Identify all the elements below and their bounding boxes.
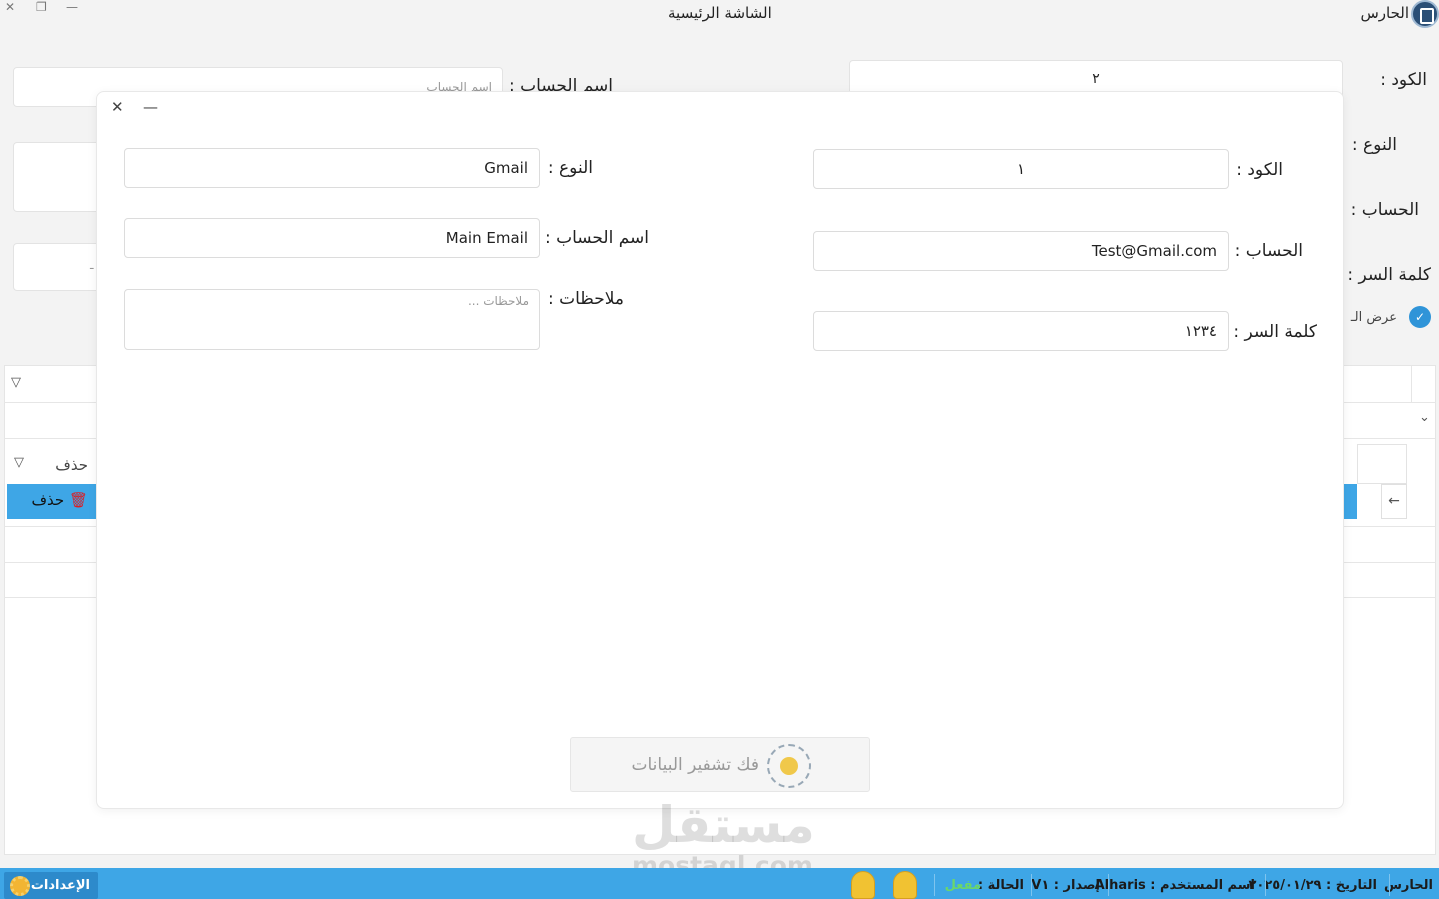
status-separator	[1108, 874, 1109, 896]
account-label: الحساب :	[1234, 241, 1303, 261]
type-value: Gmail	[484, 159, 528, 177]
bg-password-label: كلمة السر :	[1347, 265, 1431, 285]
status-separator	[1265, 874, 1266, 896]
password-label: كلمة السر :	[1233, 322, 1317, 342]
decrypt-data-button[interactable]: فك تشفير البيانات	[570, 737, 870, 792]
row-nav-cell[interactable]: ←	[1381, 484, 1407, 519]
unlock-icon	[767, 744, 811, 788]
code-value: ١	[1016, 160, 1026, 178]
code-label: الكود :	[1236, 160, 1283, 180]
settings-button[interactable]: الإعدادات	[4, 872, 98, 899]
show-password-label: عرض الـ	[1350, 310, 1397, 325]
add-database-icon[interactable]	[893, 871, 917, 899]
delete-column-header[interactable]: حذف ▽	[8, 448, 96, 482]
status-state-value: مفعل	[944, 878, 981, 893]
bg-search-partial: ـ	[90, 258, 94, 272]
delete-row-button[interactable]: 🗑 حذف	[7, 484, 96, 519]
window-title: الشاشة الرئيسية	[668, 4, 772, 22]
bg-code-label: الكود :	[1380, 70, 1427, 90]
dialog-close-icon[interactable]: ✕	[111, 98, 124, 116]
filter-icon[interactable]: ▽	[14, 455, 24, 470]
account-name-field[interactable]: Main Email	[124, 218, 540, 258]
delete-header-label: حذف	[55, 456, 88, 474]
chevron-down-icon[interactable]: ⌄	[1419, 410, 1430, 425]
bg-account-label: الحساب :	[1350, 200, 1419, 220]
settings-label: الإعدادات	[30, 878, 90, 893]
status-separator	[934, 874, 935, 896]
restore-icon[interactable]: ❐	[36, 0, 47, 14]
title-bar: ✕ ❐ — الشاشة الرئيسية الحارس	[0, 0, 1439, 30]
code-field[interactable]: ١	[813, 149, 1229, 189]
account-name-label: اسم الحساب :	[544, 228, 649, 248]
gear-icon	[10, 876, 30, 896]
arrow-left-icon[interactable]: ←	[1388, 493, 1400, 509]
app-logo-icon	[1411, 0, 1439, 28]
grid-header-cell	[1357, 444, 1407, 484]
status-user: اسم المستخدم : Alharis	[1094, 878, 1255, 893]
status-state-label: الحالة :	[977, 878, 1024, 893]
trash-icon: 🗑	[68, 491, 88, 509]
password-field[interactable]: ١٢٣٤	[813, 311, 1229, 351]
status-date: التاريخ : ٢٠٢٥/٠١/٢٩	[1248, 878, 1378, 893]
notes-label: ملاحظات :	[547, 289, 624, 309]
delete-row-label: حذف	[31, 491, 65, 509]
close-icon[interactable]: ✕	[5, 0, 15, 14]
status-separator	[1389, 874, 1390, 896]
notes-field[interactable]: ملاحظات ...	[124, 289, 540, 350]
account-detail-dialog: ✕ — الكود : ١ الحساب : Test@Gmail.com كل…	[96, 91, 1344, 809]
dialog-minimize-icon[interactable]: —	[143, 98, 158, 116]
bg-type-label: النوع :	[1351, 135, 1397, 155]
database-settings-icon[interactable]	[851, 871, 875, 899]
minimize-icon[interactable]: —	[66, 0, 78, 14]
status-version: إصدار : V١	[1031, 878, 1100, 893]
status-app-name: الحارس	[1383, 878, 1433, 893]
type-field[interactable]: Gmail	[124, 148, 540, 188]
grid-divider	[1411, 366, 1412, 402]
type-label: النوع :	[547, 158, 593, 178]
filter-icon[interactable]: ▽	[11, 375, 21, 390]
status-separator	[1031, 874, 1032, 896]
watermark-logo: مستقل	[632, 796, 815, 854]
selected-row-highlight	[1344, 484, 1357, 519]
account-field[interactable]: Test@Gmail.com	[813, 231, 1229, 271]
show-password-toggle[interactable]: ✓	[1409, 306, 1431, 328]
account-name-value: Main Email	[445, 229, 528, 247]
notes-placeholder: ملاحظات ...	[467, 294, 529, 308]
app-name: الحارس	[1360, 4, 1409, 22]
bg-code-value: ٢	[1092, 71, 1100, 87]
password-value: ١٢٣٤	[1184, 322, 1217, 340]
account-value: Test@Gmail.com	[1091, 242, 1217, 260]
decrypt-button-label: فك تشفير البيانات	[631, 755, 759, 775]
status-bar: الحارس التاريخ : ٢٠٢٥/٠١/٢٩ اسم المستخدم…	[0, 868, 1439, 899]
